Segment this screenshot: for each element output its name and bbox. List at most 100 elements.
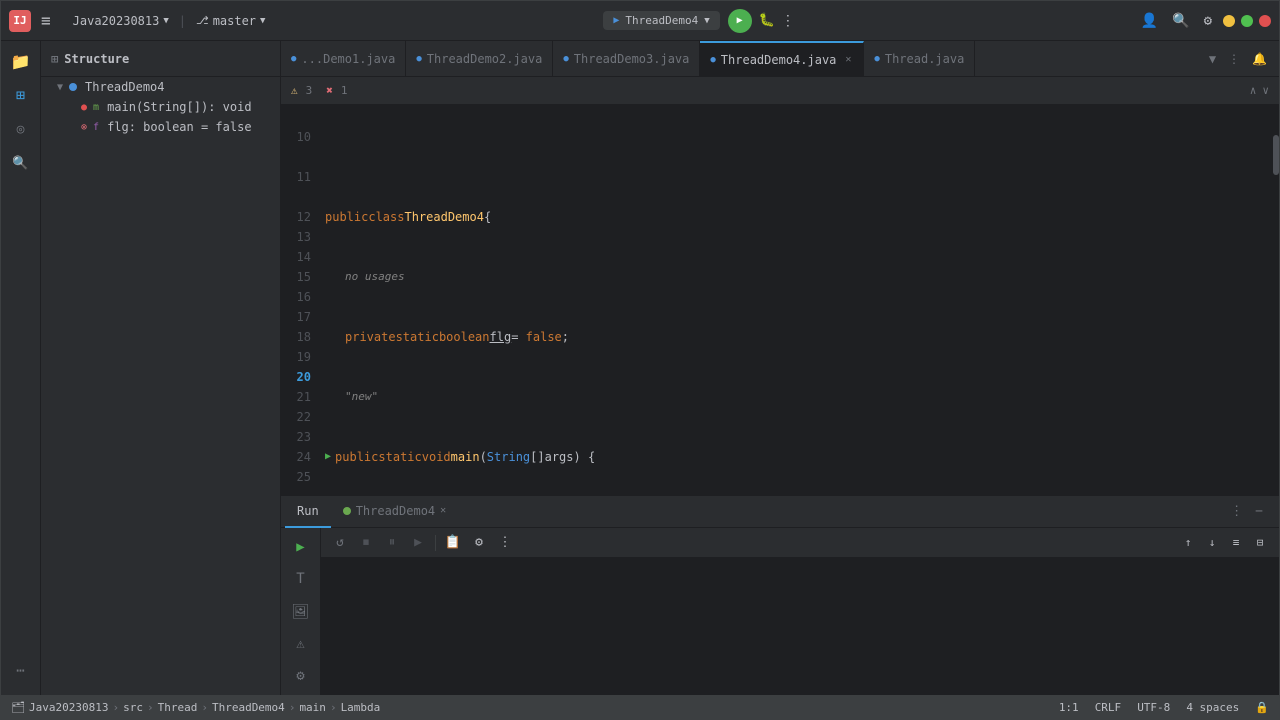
- more-run-options[interactable]: ⋮: [778, 10, 798, 32]
- tab-close-demo4[interactable]: ✕: [843, 53, 853, 66]
- lock-icon[interactable]: 🔒: [1255, 701, 1269, 714]
- find-icon[interactable]: 🔍: [5, 147, 37, 179]
- tab-thread[interactable]: ● Thread.java: [864, 41, 975, 77]
- tab-label-thread: Thread.java: [885, 52, 964, 66]
- tree-method[interactable]: ● m main(String[]): void: [41, 97, 280, 117]
- tabs-options[interactable]: ⋮: [1224, 50, 1244, 68]
- chevron-down-icon-branch: ▼: [260, 16, 265, 26]
- code-editor[interactable]: 10 11 12 13 14 15 16 17 18 19 20 21: [281, 105, 1279, 495]
- code-line-11: private static boolean flg = false;: [325, 327, 1263, 347]
- error-count: 1: [341, 84, 348, 97]
- breadcrumb-sep1: ›: [112, 701, 119, 714]
- breadcrumb[interactable]: 🗂 Java20230813 › src › Thread › ThreadDe…: [11, 701, 380, 714]
- tree-root[interactable]: ▼ ThreadDemo4: [41, 77, 280, 97]
- maximize-button[interactable]: [1241, 15, 1253, 27]
- warnings-chevron-up[interactable]: ∧: [1250, 84, 1257, 97]
- bottom-options-btn[interactable]: ⋮: [1226, 502, 1247, 521]
- panel-header: ⊞ Structure: [41, 41, 280, 77]
- java-icon-demo2: ●: [416, 54, 421, 64]
- run-output: ↺ ⏹ ⏸ ▶ 📋 ⚙ ⋮ ↑ ↓ ≡: [321, 528, 1279, 695]
- restart-btn[interactable]: ↺: [329, 532, 351, 554]
- bottom-warning-icon[interactable]: ⚠: [285, 629, 317, 659]
- method-icon: m: [93, 102, 99, 113]
- warnings-chevron-down[interactable]: ∨: [1262, 84, 1269, 97]
- warnings-bar: ⚠ 3 ✖ 1 ∧ ∨: [281, 77, 1279, 105]
- breadcrumb-thread: Thread: [158, 701, 198, 714]
- settings-run-btn[interactable]: ⚙: [468, 532, 490, 554]
- breadcrumb-lambda: Lambda: [341, 701, 381, 714]
- tab-demo1[interactable]: ● ...Demo1.java: [281, 41, 406, 77]
- align-left-btn[interactable]: ≡: [1225, 532, 1247, 554]
- structure-icon[interactable]: ⊞: [5, 79, 37, 111]
- code-line-hint1: no usages: [325, 267, 1263, 287]
- notifications-icon[interactable]: 🔔: [1248, 50, 1271, 68]
- run-tab-close[interactable]: ✕: [440, 505, 446, 516]
- settings-button[interactable]: ⚙: [1201, 10, 1215, 32]
- pause-btn[interactable]: ⏸: [381, 532, 403, 554]
- more-icon[interactable]: ⋯: [5, 655, 37, 687]
- run-config-selector[interactable]: ▶ ThreadDemo4 ▼: [603, 11, 719, 30]
- editor-scrollbar[interactable]: [1271, 105, 1279, 495]
- run-tab[interactable]: Run: [285, 496, 331, 528]
- run-config-tab-label: ThreadDemo4: [356, 504, 435, 518]
- tab-demo3[interactable]: ● ThreadDemo3.java: [553, 41, 700, 77]
- breadcrumb-method: main: [299, 701, 326, 714]
- bottom-panel: Run ThreadDemo4 ✕ ⋮ −: [281, 495, 1279, 695]
- breadcrumb-sep3: ›: [201, 701, 208, 714]
- branch-selector[interactable]: ⎇ master ▼: [190, 11, 271, 31]
- bottom-tabs: Run ThreadDemo4 ✕ ⋮ −: [281, 496, 1279, 528]
- project-name-label: Java20230813: [73, 14, 160, 28]
- encoding[interactable]: UTF-8: [1137, 701, 1170, 714]
- editor-area: ● ...Demo1.java ● ThreadDemo2.java ● Thr…: [281, 41, 1279, 495]
- filter-btn[interactable]: ⊟: [1249, 532, 1271, 554]
- tab-label-demo2: ThreadDemo2.java: [427, 52, 543, 66]
- dump-btn[interactable]: 📋: [442, 532, 464, 554]
- profile-button[interactable]: 👤: [1138, 10, 1161, 32]
- run-toolbar: ↺ ⏹ ⏸ ▶ 📋 ⚙ ⋮ ↑ ↓ ≡: [321, 528, 1279, 558]
- nav-up-btn[interactable]: ↑: [1177, 532, 1199, 554]
- main-layout: 📁 ⊞ ◎ 🔍 ⋯ ⊞ Structure ▼ ThreadDemo4 ● m …: [1, 41, 1279, 695]
- nav-down-btn[interactable]: ↓: [1201, 532, 1223, 554]
- bottom-minimize-btn[interactable]: −: [1251, 502, 1267, 521]
- more-run-btn[interactable]: ⋮: [494, 532, 516, 554]
- java-icon-thread: ●: [874, 54, 879, 64]
- tab-label-demo1: ...Demo1.java: [301, 52, 395, 66]
- search-button[interactable]: 🔍: [1169, 10, 1192, 32]
- minimize-button[interactable]: [1223, 15, 1235, 27]
- bottom-image-icon[interactable]: 🖼: [285, 596, 317, 626]
- bottom-text-icon[interactable]: T: [285, 564, 317, 594]
- git-branch-icon: ⎇: [196, 14, 209, 27]
- breadcrumb-src: src: [123, 701, 143, 714]
- debug-button[interactable]: 🐛: [756, 10, 778, 31]
- project-selector[interactable]: Java20230813 ▼: [67, 11, 175, 31]
- vcs-icon[interactable]: ◎: [5, 113, 37, 145]
- resume-btn[interactable]: ▶: [407, 532, 429, 554]
- titlebar: IJ ≡ Java20230813 ▼ | ⎇ master ▼ ▶ Threa…: [1, 1, 1279, 41]
- hamburger-menu[interactable]: ≡: [41, 11, 51, 30]
- bottom-settings-icon[interactable]: ⚙: [285, 661, 317, 691]
- thread-demo4-tab[interactable]: ThreadDemo4 ✕: [331, 496, 459, 528]
- close-button[interactable]: [1259, 15, 1271, 27]
- tabs-chevron[interactable]: ▼: [1205, 50, 1220, 68]
- run-config-icon: ▶: [613, 15, 619, 26]
- run-button[interactable]: ▶: [728, 9, 752, 33]
- app-logo: IJ: [9, 10, 31, 32]
- indent-settings[interactable]: 4 spaces: [1186, 701, 1239, 714]
- field-error-icon: ⊗: [81, 122, 87, 133]
- tab-demo2[interactable]: ● ThreadDemo2.java: [406, 41, 553, 77]
- breadcrumb-sep4: ›: [289, 701, 296, 714]
- line-ending[interactable]: CRLF: [1095, 701, 1122, 714]
- tab-demo4-active[interactable]: ● ThreadDemo4.java ✕: [700, 41, 864, 77]
- code-line: [325, 147, 1263, 167]
- field-icon: f: [93, 122, 99, 133]
- tree-field[interactable]: ⊗ f flg: boolean = false: [41, 117, 280, 137]
- main-window: IJ ≡ Java20230813 ▼ | ⎇ master ▼ ▶ Threa…: [0, 0, 1280, 720]
- titlebar-actions: 👤 🔍 ⚙: [1138, 10, 1215, 32]
- code-content[interactable]: public class ThreadDemo4 { no usages pri…: [317, 105, 1271, 495]
- bottom-run-icon[interactable]: ▶: [285, 532, 317, 562]
- folder-icon[interactable]: 📁: [5, 45, 37, 77]
- chevron-down-icon: ▼: [163, 16, 168, 26]
- stop-btn[interactable]: ⏹: [355, 532, 377, 554]
- cursor-position[interactable]: 1:1: [1059, 701, 1079, 714]
- toolbar-sep1: [435, 535, 436, 551]
